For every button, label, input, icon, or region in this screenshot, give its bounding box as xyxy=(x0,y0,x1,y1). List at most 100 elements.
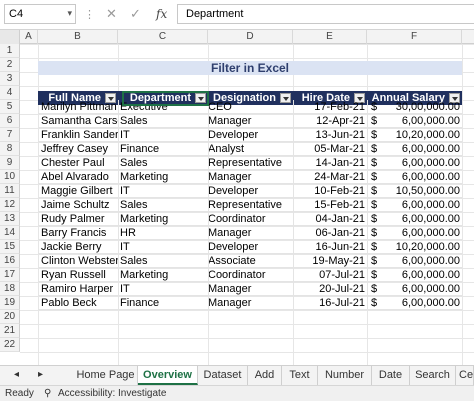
table-row[interactable]: Jeffrey Casey Finance Analyst 05-Mar-21 $6,0… xyxy=(38,142,462,156)
row-header[interactable]: 6 xyxy=(0,114,20,128)
cell-date[interactable]: 05-Mar-21 xyxy=(293,142,365,156)
cell-name[interactable]: Clinton Webster xyxy=(41,254,118,268)
row-header[interactable]: 8 xyxy=(0,142,20,156)
tab-dataset[interactable]: Dataset xyxy=(198,366,248,385)
cell-desig[interactable]: Analyst xyxy=(208,142,292,156)
cell-date[interactable]: 19-May-21 xyxy=(293,254,365,268)
row-header[interactable]: 19 xyxy=(0,296,20,310)
table-row[interactable]: Franklin Sanders IT Developer 13-Jun-21 $10,… xyxy=(38,128,462,142)
cell-salary[interactable]: 6,00,000.00 xyxy=(383,296,460,310)
cell-dept[interactable]: Finance xyxy=(120,142,206,156)
name-box[interactable]: C4 ▾ xyxy=(4,4,76,24)
cell-date[interactable]: 20-Jul-21 xyxy=(293,282,365,296)
cell-desig[interactable]: CEO xyxy=(208,100,292,114)
row-header[interactable]: 21 xyxy=(0,324,20,338)
column-header-e[interactable]: E xyxy=(293,30,367,44)
cell-date[interactable]: 07-Jul-21 xyxy=(293,268,365,282)
cell-name[interactable]: Ramiro Harper xyxy=(41,282,118,296)
row-header[interactable]: 2 xyxy=(0,58,20,72)
tab-add[interactable]: Add xyxy=(248,366,282,385)
cell-name[interactable]: Marilyn Pittman xyxy=(41,100,118,114)
cell-date[interactable]: 04-Jan-21 xyxy=(293,212,365,226)
cell-date[interactable]: 12-Apr-21 xyxy=(293,114,365,128)
column-header-c[interactable]: C xyxy=(118,30,208,44)
cell-name[interactable]: Jeffrey Casey xyxy=(41,142,118,156)
row-header[interactable]: 4 xyxy=(0,86,20,100)
cell-salary[interactable]: 6,00,000.00 xyxy=(383,156,460,170)
cell-date[interactable]: 17-Feb-21 xyxy=(293,100,365,114)
cell-name[interactable]: Barry Francis xyxy=(41,226,118,240)
cell-desig[interactable]: Developer xyxy=(208,184,292,198)
row-header[interactable]: 11 xyxy=(0,184,20,198)
scroll-left-icon[interactable]: ◂ xyxy=(14,369,19,380)
row-header[interactable]: 15 xyxy=(0,240,20,254)
cell-dept[interactable]: IT xyxy=(120,128,206,142)
row-header[interactable]: 18 xyxy=(0,282,20,296)
cell-desig[interactable]: Representative xyxy=(208,156,292,170)
cell-desig[interactable]: Manager xyxy=(208,114,292,128)
table-row[interactable]: Ramiro Harper IT Manager 20-Jul-21 $6,00,000… xyxy=(38,282,462,296)
column-header-f[interactable]: F xyxy=(367,30,462,44)
table-row[interactable]: Rudy Palmer Marketing Coordinator 04-Jan-21… xyxy=(38,212,462,226)
cell-salary[interactable]: 6,00,000.00 xyxy=(383,170,460,184)
cell-salary[interactable]: 10,20,000.00 xyxy=(383,240,460,254)
row-header[interactable]: 12 xyxy=(0,198,20,212)
chevron-down-icon[interactable]: ▾ xyxy=(67,8,72,19)
cell-dept[interactable]: Finance xyxy=(120,296,206,310)
cell-desig[interactable]: Manager xyxy=(208,282,292,296)
cell-desig[interactable]: Manager xyxy=(208,170,292,184)
cell-salary[interactable]: 6,00,000.00 xyxy=(383,268,460,282)
cell-desig[interactable]: Coordinator xyxy=(208,268,292,282)
cell-name[interactable]: Jackie Berry xyxy=(41,240,118,254)
cell-salary[interactable]: 6,00,000.00 xyxy=(383,254,460,268)
cell-desig[interactable]: Developer xyxy=(208,240,292,254)
row-header[interactable]: 22 xyxy=(0,338,20,352)
cell-desig[interactable]: Representative xyxy=(208,198,292,212)
table-row[interactable]: Jackie Berry IT Developer 16-Jun-21 $10,20,0… xyxy=(38,240,462,254)
cell-date[interactable]: 15-Feb-21 xyxy=(293,198,365,212)
select-all-corner[interactable] xyxy=(0,30,20,44)
formula-input[interactable]: Department xyxy=(177,4,474,24)
row-header[interactable]: 5 xyxy=(0,100,20,114)
cell-name[interactable]: Rudy Palmer xyxy=(41,212,118,226)
cell-date[interactable]: 16-Jul-21 xyxy=(293,296,365,310)
cell-name[interactable]: Pablo Beck xyxy=(41,296,118,310)
tab-number[interactable]: Number xyxy=(318,366,372,385)
cell-salary[interactable]: 6,00,000.00 xyxy=(383,142,460,156)
cell-name[interactable]: Samantha Carson xyxy=(41,114,118,128)
table-row[interactable]: Barry Francis HR Manager 06-Jan-21 $6,00,000… xyxy=(38,226,462,240)
cell-dept[interactable]: Marketing xyxy=(120,170,206,184)
cell-dept[interactable]: IT xyxy=(120,240,206,254)
cell-desig[interactable]: Developer xyxy=(208,128,292,142)
cell-dept[interactable]: HR xyxy=(120,226,206,240)
table-row[interactable]: Ryan Russell Marketing Coordinator 07-Jul-2… xyxy=(38,268,462,282)
row-header[interactable]: 3 xyxy=(0,72,20,86)
column-header-b[interactable]: B xyxy=(38,30,118,44)
table-row[interactable]: Abel Alvarado Marketing Manager 24-Mar-21 $6… xyxy=(38,170,462,184)
row-header[interactable]: 1 xyxy=(0,44,20,58)
column-header-a[interactable]: A xyxy=(20,30,38,44)
row-header[interactable]: 7 xyxy=(0,128,20,142)
accessibility-icon[interactable]: ⚲ xyxy=(44,388,51,399)
row-header[interactable]: 20 xyxy=(0,310,20,324)
tab-overflow[interactable]: Ce xyxy=(456,366,474,385)
sheet-title-cell[interactable]: Filter in Excel xyxy=(38,61,462,75)
cell-salary[interactable]: 6,00,000.00 xyxy=(383,198,460,212)
row-header[interactable]: 14 xyxy=(0,226,20,240)
worksheet-grid[interactable]: A B C D E F 1 2 3 4 5 6 7 8 9 10 11 12 13 14 15 16 17 18 1… xyxy=(0,30,474,365)
cell-date[interactable]: 24-Mar-21 xyxy=(293,170,365,184)
cell-desig[interactable]: Coordinator xyxy=(208,212,292,226)
cell-dept[interactable]: IT xyxy=(120,282,206,296)
cell-desig[interactable]: Manager xyxy=(208,226,292,240)
tab-date[interactable]: Date xyxy=(372,366,410,385)
scroll-right-icon[interactable]: ▸ xyxy=(38,369,43,380)
cell-salary[interactable]: 6,00,000.00 xyxy=(383,226,460,240)
table-row[interactable]: Jaime Schultz Sales Representative 15-Feb-2… xyxy=(38,198,462,212)
cell-date[interactable]: 10-Feb-21 xyxy=(293,184,365,198)
cell-salary[interactable]: 6,00,000.00 xyxy=(383,282,460,296)
cell-dept[interactable]: Marketing xyxy=(120,268,206,282)
tab-home-page[interactable]: Home Page xyxy=(74,366,138,385)
cell-salary[interactable]: 10,20,000.00 xyxy=(383,128,460,142)
cell-salary[interactable]: 30,00,000.00 xyxy=(383,100,460,114)
cell-dept[interactable]: Sales xyxy=(120,156,206,170)
